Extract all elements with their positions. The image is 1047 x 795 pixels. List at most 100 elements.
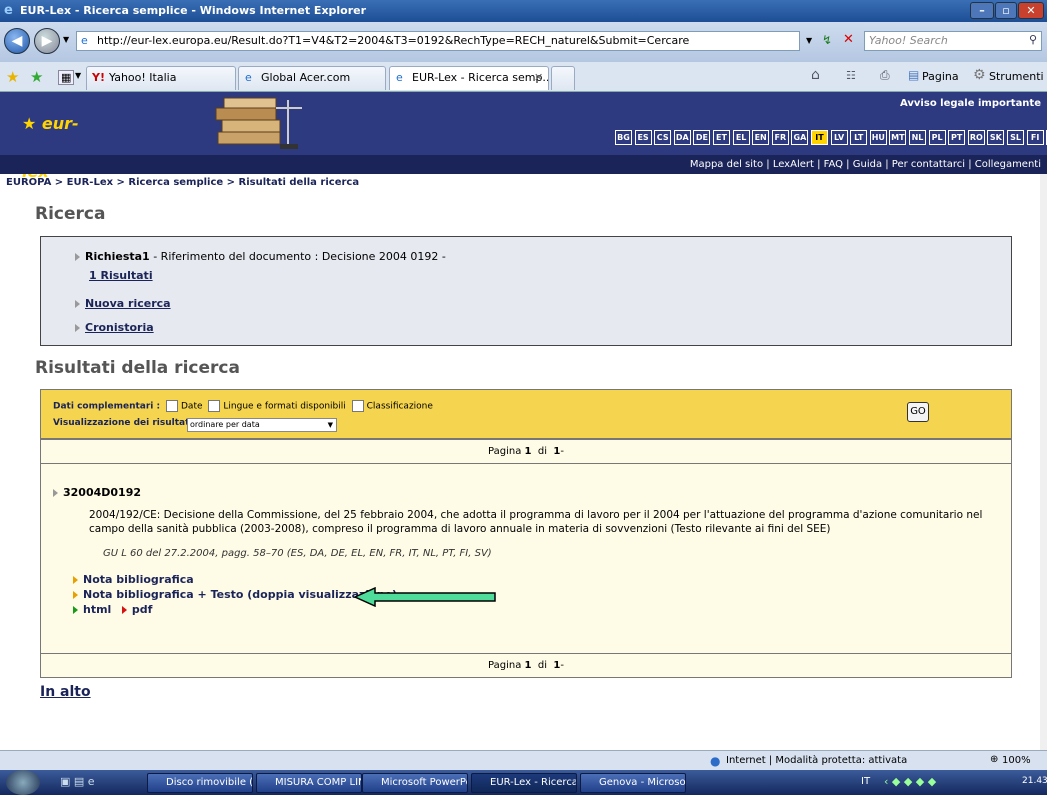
language-en[interactable]: EN xyxy=(752,130,770,145)
back-to-top-link[interactable]: In alto xyxy=(40,684,91,700)
page-label: Pagina xyxy=(488,660,522,671)
language-lt[interactable]: LT xyxy=(850,130,868,145)
bullet-icon xyxy=(121,606,127,614)
sort-select[interactable]: ordinare per data ▼ xyxy=(187,418,337,432)
zone-status: Internet | Modalità protetta: attivata xyxy=(726,755,908,766)
languages-checkbox[interactable] xyxy=(208,400,221,412)
chevron-down-icon: ▼ xyxy=(327,421,333,429)
tab-yahoo[interactable]: Y! Yahoo! Italia xyxy=(86,66,236,90)
legal-notice-link[interactable]: Avviso legale importante xyxy=(900,98,1041,109)
add-favorites-icon[interactable]: ★ xyxy=(30,68,43,86)
language-lv[interactable]: LV xyxy=(830,130,848,145)
document-id[interactable]: 32004D0192 xyxy=(63,486,141,499)
taskbar-item[interactable]: Disco rimovibile (G:) xyxy=(147,773,253,793)
favorites-star-icon[interactable]: ★ xyxy=(6,68,19,86)
language-pt[interactable]: PT xyxy=(948,130,966,145)
new-tab-button[interactable] xyxy=(551,66,575,90)
search-input[interactable]: Yahoo! Search xyxy=(864,31,1042,51)
quick-tabs-icon[interactable]: ▦ xyxy=(58,70,75,85)
language-fi[interactable]: FI xyxy=(1026,130,1044,145)
scrollbar-right[interactable] xyxy=(1040,174,1047,750)
taskbar-item[interactable]: EUR-Lex - Ricerca se... xyxy=(471,773,577,793)
language-es[interactable]: ES xyxy=(634,130,652,145)
history-item[interactable]: Cronistoria xyxy=(75,321,154,334)
ie-page-icon: e xyxy=(396,71,403,84)
sort-select-value: ordinare per data xyxy=(190,420,260,429)
language-da[interactable]: DA xyxy=(673,130,691,145)
language-pl[interactable]: PL xyxy=(928,130,946,145)
nota-bibliografica-link[interactable]: Nota bibliografica xyxy=(83,573,194,586)
back-button[interactable]: ◀ xyxy=(4,28,30,54)
document-id-row[interactable]: 32004D0192 xyxy=(53,486,141,499)
zoom-icon: ⊕ xyxy=(990,754,999,765)
page-menu[interactable]: Pagina xyxy=(922,70,959,83)
html-link[interactable]: html xyxy=(83,603,111,616)
go-button[interactable]: GO xyxy=(907,402,929,422)
taskbar-item[interactable]: MISURA COMP LIN... xyxy=(256,773,362,793)
language-it[interactable]: IT xyxy=(811,130,828,145)
language-sl[interactable]: SL xyxy=(1007,130,1024,145)
tools-menu[interactable]: Strumenti xyxy=(989,70,1044,83)
language-fr[interactable]: FR xyxy=(771,130,789,145)
ie-icon: e xyxy=(4,3,13,18)
language-sk[interactable]: SK xyxy=(987,130,1005,145)
stop-icon[interactable]: ✕ xyxy=(843,32,854,47)
quicklaunch-icons[interactable]: ▣ ▤ e xyxy=(60,775,95,788)
taskbar-item[interactable]: Genova - Microsoft ... xyxy=(580,773,686,793)
results-options: Dati complementari : Date Lingue e forma… xyxy=(40,389,1012,439)
language-hu[interactable]: HU xyxy=(869,130,887,145)
tab-close-icon[interactable]: ✕ xyxy=(534,67,543,89)
print-icon[interactable]: ⎙ xyxy=(880,68,890,83)
language-mt[interactable]: MT xyxy=(889,130,907,145)
new-search-link[interactable]: Nuova ricerca xyxy=(85,297,171,310)
page-number[interactable]: 1 xyxy=(525,446,532,457)
language-ro[interactable]: RO xyxy=(967,130,985,145)
books-scales-image xyxy=(210,96,310,152)
page-icon: ▤ xyxy=(908,68,920,82)
language-ga[interactable]: GA xyxy=(791,130,809,145)
input-language[interactable]: IT xyxy=(861,776,870,787)
home-icon[interactable]: ⌂ xyxy=(811,67,820,83)
tab-acer[interactable]: e Global Acer.com xyxy=(238,66,386,90)
pdf-link[interactable]: pdf xyxy=(132,603,153,616)
start-button[interactable] xyxy=(6,770,40,795)
tools-icon: ⚙ xyxy=(973,67,986,83)
address-input[interactable]: e http://eur-lex.europa.eu/Result.do?T1=… xyxy=(76,31,800,51)
refresh-icon[interactable]: ↯ xyxy=(822,33,832,47)
tab-eurlex[interactable]: e EUR-Lex - Ricerca semp... ✕ xyxy=(389,66,549,90)
nota-testo-link[interactable]: Nota bibliografica + Testo (doppia visua… xyxy=(83,588,397,601)
nota-link-item[interactable]: Nota bibliografica xyxy=(73,573,194,586)
language-el[interactable]: EL xyxy=(732,130,750,145)
address-dropdown-icon[interactable]: ▼ xyxy=(806,36,812,45)
feeds-icon[interactable]: ☷ xyxy=(846,69,856,82)
page-number[interactable]: 1 xyxy=(525,660,532,671)
tab-list-dropdown-icon[interactable]: ▼ xyxy=(75,71,81,80)
date-checkbox[interactable] xyxy=(166,400,178,412)
minimize-button[interactable]: – xyxy=(970,2,994,19)
site-links[interactable]: Mappa del sito | LexAlert | FAQ | Guida … xyxy=(690,159,1041,170)
language-cs[interactable]: CS xyxy=(654,130,672,145)
classification-checkbox[interactable] xyxy=(351,400,364,412)
document-description: 2004/192/CE: Decisione della Commissione… xyxy=(89,509,983,535)
taskbar-item[interactable]: Microsoft PowerPoi... xyxy=(362,773,468,793)
maximize-button[interactable]: ▫ xyxy=(995,2,1017,19)
breadcrumb[interactable]: EUROPA > EUR-Lex > Ricerca semplice > Ri… xyxy=(6,177,359,188)
nota-text-link-item[interactable]: Nota bibliografica + Testo (doppia visua… xyxy=(73,588,397,601)
zoom-level[interactable]: 100% xyxy=(1002,755,1031,766)
new-search-item[interactable]: Nuova ricerca xyxy=(75,297,171,310)
bullet-icon xyxy=(75,324,80,332)
results-count-link[interactable]: 1 Risultati xyxy=(89,269,153,282)
language-et[interactable]: ET xyxy=(713,130,730,145)
forward-button[interactable]: ▶ xyxy=(34,28,60,54)
nav-dropdown-icon[interactable]: ▼ xyxy=(63,35,69,44)
search-icon[interactable]: ⚲ xyxy=(1029,33,1037,46)
language-de[interactable]: DE xyxy=(693,130,711,145)
results-heading: Risultati della ricerca xyxy=(35,358,240,378)
history-link[interactable]: Cronistoria xyxy=(85,321,154,334)
close-button[interactable]: ✕ xyxy=(1018,2,1044,19)
language-bg[interactable]: BG xyxy=(615,130,632,145)
language-nl[interactable]: NL xyxy=(909,130,926,145)
tray-icons[interactable]: ‹ ◆ ◆ ◆ ◆ xyxy=(884,775,936,788)
dati-label: Dati complementari : xyxy=(53,401,161,412)
eurlex-logo[interactable]: ★ eur-lex xyxy=(22,100,96,181)
